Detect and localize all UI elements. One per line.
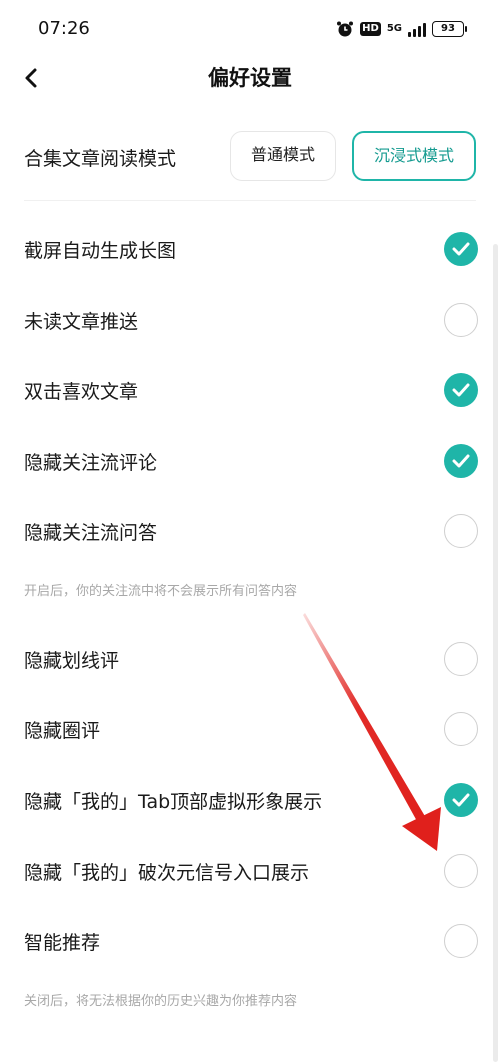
alarm-icon	[337, 21, 354, 37]
setting-row-hide-feed-qa[interactable]: 隐藏关注流问答	[0, 496, 500, 566]
reading-mode-label: 合集文章阅读模式	[24, 148, 177, 170]
normal-mode-button[interactable]: 普通模式	[230, 131, 336, 181]
setting-row-hide-underline-comments[interactable]: 隐藏划线评	[0, 624, 500, 694]
signal-icon	[408, 21, 426, 37]
battery-level: 93	[441, 23, 455, 34]
setting-label: 隐藏关注流评论	[24, 452, 158, 474]
setting-row-hide-signal-entry[interactable]: 隐藏「我的」破次元信号入口展示	[0, 836, 500, 906]
setting-label: 隐藏「我的」Tab顶部虚拟形象展示	[24, 791, 323, 813]
immersive-mode-button[interactable]: 沉浸式模式	[352, 131, 476, 181]
setting-label: 智能推荐	[24, 932, 101, 954]
checkmark-checked-icon[interactable]	[444, 444, 478, 478]
setting-label: 隐藏圈评	[24, 720, 101, 742]
checkbox-unchecked-icon[interactable]	[444, 303, 478, 337]
checkmark-checked-icon[interactable]	[444, 232, 478, 266]
network-type: 5G	[386, 23, 402, 34]
setting-label: 隐藏划线评	[24, 650, 120, 672]
status-time: 07:26	[38, 18, 90, 39]
page-title: 偏好设置	[208, 66, 292, 90]
setting-label: 截屏自动生成长图	[24, 240, 177, 262]
setting-label: 双击喜欢文章	[24, 381, 139, 403]
checkbox-unchecked-icon[interactable]	[444, 924, 478, 958]
setting-row-unread-push[interactable]: 未读文章推送	[0, 285, 500, 355]
setting-row-double-tap-like[interactable]: 双击喜欢文章	[0, 355, 500, 425]
battery-icon: 93	[432, 21, 467, 37]
scrollbar[interactable]	[493, 244, 498, 1062]
setting-row-smart-recommend[interactable]: 智能推荐	[0, 906, 500, 976]
setting-label: 隐藏「我的」破次元信号入口展示	[24, 862, 310, 884]
status-bar: 07:26 HD 5G 93	[0, 0, 500, 56]
hd-badge: HD	[360, 22, 381, 36]
nav-bar: 偏好设置	[0, 56, 500, 100]
setting-row-screenshot-long-image[interactable]: 截屏自动生成长图	[0, 214, 500, 284]
setting-row-hide-avatar-display[interactable]: 隐藏「我的」Tab顶部虚拟形象展示	[0, 765, 500, 835]
setting-label: 未读文章推送	[24, 311, 139, 333]
divider	[24, 200, 476, 201]
checkbox-unchecked-icon[interactable]	[444, 854, 478, 888]
recommend-hint: 关闭后，将无法根据你的历史兴趣为你推荐内容	[24, 994, 298, 1009]
checkmark-checked-icon[interactable]	[444, 373, 478, 407]
setting-row-hide-feed-comments[interactable]: 隐藏关注流评论	[0, 426, 500, 496]
reading-mode-row: 合集文章阅读模式 普通模式 沉浸式模式	[0, 122, 500, 192]
checkbox-unchecked-icon[interactable]	[444, 712, 478, 746]
checkbox-unchecked-icon[interactable]	[444, 514, 478, 548]
setting-label: 隐藏关注流问答	[24, 522, 158, 544]
checkbox-unchecked-icon[interactable]	[444, 642, 478, 676]
qa-hint: 开启后，你的关注流中将不会展示所有问答内容	[24, 584, 298, 599]
setting-row-hide-circle-comments[interactable]: 隐藏圈评	[0, 694, 500, 764]
status-icons: HD 5G 93	[336, 20, 467, 38]
checkmark-checked-icon[interactable]	[444, 783, 478, 817]
